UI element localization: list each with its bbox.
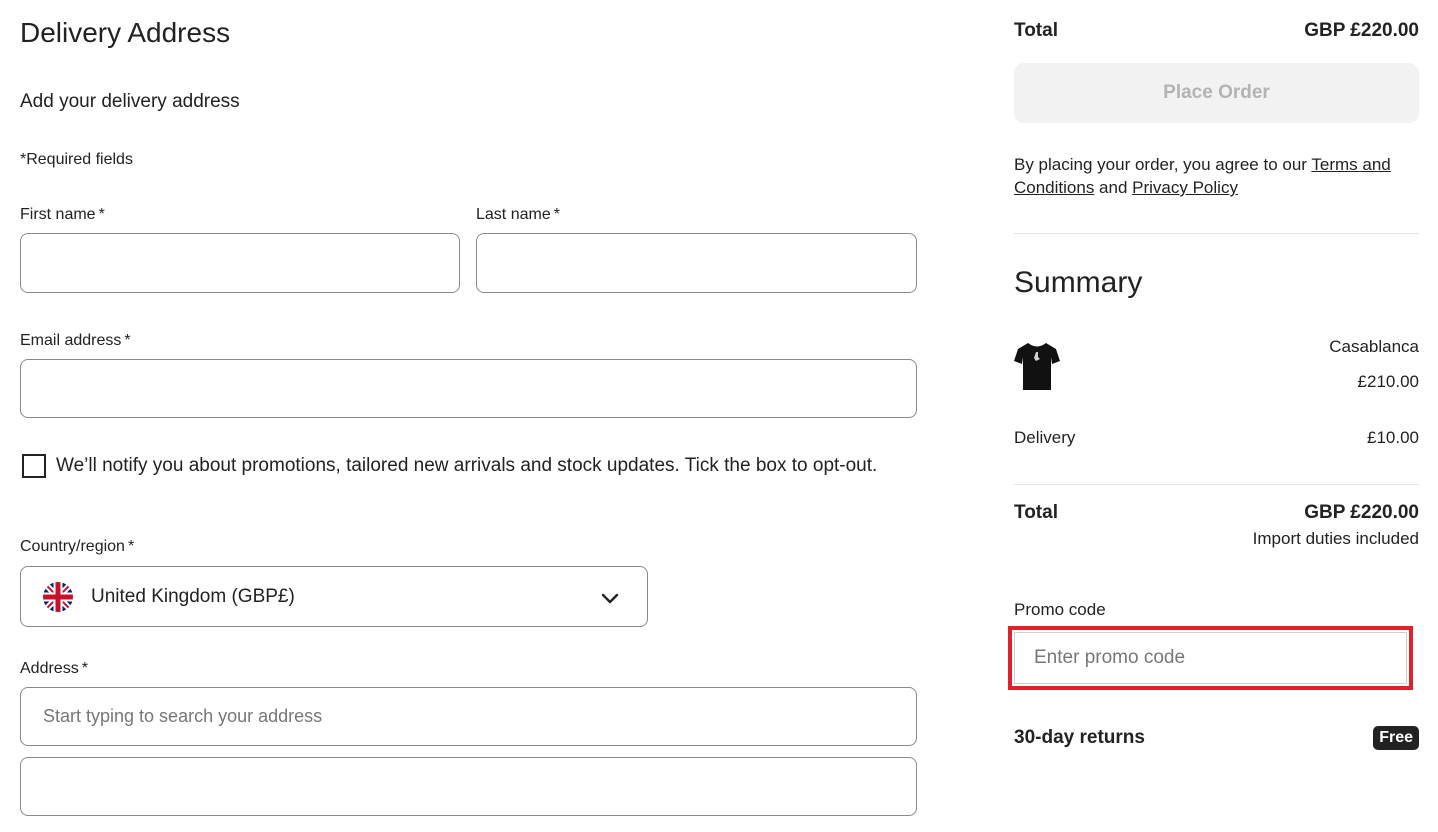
last-name-input[interactable] xyxy=(476,233,917,293)
summary-title: Summary xyxy=(1014,266,1143,299)
last-name-label: Last name * xyxy=(476,206,560,224)
email-input[interactable] xyxy=(20,359,917,418)
first-name-label-text: First name xyxy=(20,206,96,223)
page-title: Delivery Address xyxy=(20,17,231,48)
delivery-cost-label: Delivery xyxy=(1014,428,1076,447)
place-order-button[interactable]: Place Order xyxy=(1014,63,1419,123)
summary-total-value: GBP £220.00 xyxy=(1304,502,1419,523)
delivery-cost-row: Delivery £10.00 xyxy=(1014,428,1419,448)
marketing-optout-text: We’ll notify you about promotions, tailo… xyxy=(56,455,878,476)
country-select[interactable]: United Kingdom (GBP£) xyxy=(20,566,648,627)
tshirt-icon xyxy=(1014,340,1060,392)
order-total-row: Total GBP £220.00 xyxy=(1014,20,1419,42)
first-name-input[interactable] xyxy=(20,233,460,293)
promo-code-highlight xyxy=(1008,626,1413,690)
address-search-input[interactable] xyxy=(20,687,917,746)
marketing-optout-row: We’ll notify you about promotions, tailo… xyxy=(22,452,902,479)
required-marker: * xyxy=(81,660,88,677)
promo-code-label: Promo code xyxy=(1014,600,1106,619)
product-brand: Casablanca xyxy=(1329,337,1419,356)
country-label: Country/region * xyxy=(20,538,134,556)
product-price: £210.00 xyxy=(1357,372,1419,391)
address-label: Address * xyxy=(20,660,88,678)
promo-code-input[interactable] xyxy=(1014,632,1407,684)
email-label: Email address * xyxy=(20,332,131,350)
last-name-label-text: Last name xyxy=(476,206,551,223)
summary-total-label: Total xyxy=(1014,502,1058,523)
import-duties-note: Import duties included xyxy=(1252,529,1419,548)
uk-flag-icon xyxy=(43,581,73,612)
section-subtitle: Add your delivery address xyxy=(20,91,240,112)
divider xyxy=(1014,484,1419,485)
terms-notice: By placing your order, you agree to our … xyxy=(1014,153,1419,199)
privacy-link[interactable]: Privacy Policy xyxy=(1132,178,1238,197)
required-marker: * xyxy=(124,332,131,349)
address-line2-input[interactable] xyxy=(20,757,917,816)
returns-label: 30-day returns xyxy=(1014,727,1145,748)
returns-row: 30-day returns Free xyxy=(1014,726,1419,750)
free-badge: Free xyxy=(1373,726,1419,750)
divider xyxy=(1014,233,1419,234)
chevron-down-icon xyxy=(599,587,621,609)
summary-total-row: Total GBP £220.00 xyxy=(1014,502,1419,524)
country-value: United Kingdom (GBP£) xyxy=(91,585,295,607)
order-total-value: GBP £220.00 xyxy=(1304,20,1419,41)
terms-prefix: By placing your order, you agree to our xyxy=(1014,155,1312,174)
terms-and: and xyxy=(1094,178,1133,197)
required-marker: * xyxy=(553,206,560,223)
required-marker: * xyxy=(127,538,135,555)
first-name-label: First name * xyxy=(20,206,105,224)
required-fields-note: *Required fields xyxy=(20,151,133,168)
required-marker: * xyxy=(98,206,105,223)
order-total-label: Total xyxy=(1014,20,1058,41)
address-label-text: Address xyxy=(20,660,79,677)
marketing-optout-checkbox[interactable] xyxy=(22,454,46,478)
email-label-text: Email address xyxy=(20,332,122,349)
delivery-cost-value: £10.00 xyxy=(1367,428,1419,447)
order-summary-panel: Total GBP £220.00 Place Order By placing… xyxy=(1008,0,1419,832)
country-label-text: Country/region xyxy=(20,538,125,555)
